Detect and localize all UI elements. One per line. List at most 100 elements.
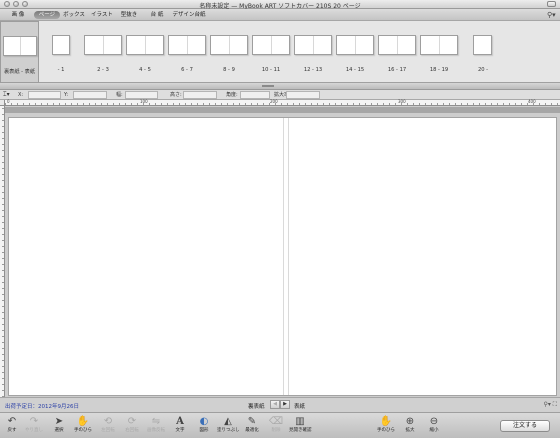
page-spine [283, 118, 289, 395]
zoom-in-button[interactable]: ⊕ 拡大 [399, 415, 421, 437]
page-thumb-16-17[interactable]: 16 - 17 [377, 21, 417, 83]
nav-left-label: 裏表紙 [248, 404, 265, 410]
page-thumb-20[interactable]: 20 - [468, 21, 498, 83]
splitter-grip-icon[interactable] [262, 85, 274, 87]
tool-label: 図形 [199, 428, 209, 433]
ship-date-text: 出荷予定日：2012年9月26日 [5, 404, 79, 410]
page-thumb-label: 14 - 15 [345, 67, 365, 73]
guide-tool-icon[interactable]: ⌶▾ [3, 91, 13, 99]
tab-mount[interactable]: 台 紙 [148, 11, 166, 19]
page-thumb-label: - 1 [57, 67, 65, 73]
fit-view-icon[interactable]: ⚲▾ ⛶ [543, 401, 557, 409]
zoom-out-button[interactable]: ⊖ 縮小 [423, 415, 445, 437]
x-field[interactable] [28, 91, 61, 99]
page-thumb-1[interactable]: - 1 [46, 21, 76, 83]
page-thumb-6-7[interactable]: 6 - 7 [167, 21, 207, 83]
tab-box[interactable]: ボックス [63, 11, 85, 19]
delete-icon: ⌫ [268, 416, 284, 427]
nav-right-label: 表紙 [294, 404, 306, 410]
page-thumb-label: 20 - [477, 67, 489, 73]
bottom-toolbar: ↶ 戻す ↷ やり直し ➤ 選択 ✋ 手のひら ⟲ 左回転 ⟳ 右回転 ⇋ 画像反転 A 文字 … [0, 412, 560, 438]
text-tool-button[interactable]: A 文字 [169, 415, 191, 437]
page-thumb-12-13[interactable]: 12 - 13 [293, 21, 333, 83]
tool-label: 塗りつぶし [217, 428, 240, 433]
tool-label: 右回転 [125, 428, 139, 433]
hand-view-button[interactable]: ✋ 手のひら [375, 415, 397, 437]
tool-label: 左回転 [101, 428, 115, 433]
tab-image[interactable]: 画 像 [8, 11, 28, 19]
width-label: 幅: [116, 92, 123, 98]
bleed-band [5, 107, 560, 113]
rotate-left-button[interactable]: ⟲ 左回転 [97, 415, 119, 437]
page-thumb-cover[interactable]: 裏表紙 - 表紙 [0, 21, 39, 83]
angle-field[interactable] [240, 91, 270, 99]
page-thumb-18-19[interactable]: 18 - 19 [419, 21, 459, 83]
editing-canvas[interactable] [5, 106, 560, 397]
ruler-tick: 100 [140, 99, 148, 104]
rotate-right-button[interactable]: ⟳ 右回転 [121, 415, 143, 437]
hand-icon: ✋ [76, 416, 90, 427]
flip-image-button[interactable]: ⇋ 画像反転 [145, 415, 167, 437]
tool-label: 戻す [7, 428, 17, 433]
angle-label: 角度: [226, 92, 238, 98]
y-label: Y: [64, 92, 69, 98]
tab-cutout[interactable]: 型抜き [119, 11, 139, 19]
page-thumb-8-9[interactable]: 8 - 9 [209, 21, 249, 83]
rotate-left-icon: ⟲ [103, 416, 113, 427]
tool-label: 手のひら [74, 428, 92, 433]
rotate-right-icon: ⟳ [127, 416, 137, 427]
page-thumb-14-15[interactable]: 14 - 15 [335, 21, 375, 83]
page-thumb-label: 10 - 11 [261, 67, 281, 73]
tool-label: 文字 [175, 428, 185, 433]
flip-icon: ⇋ [151, 416, 161, 427]
tool-label: 削除 [271, 428, 281, 433]
shape-tool-button[interactable]: ◐ 図形 [193, 415, 215, 437]
fill-icon: ◭ [224, 416, 232, 427]
ruler-tick: 200 [270, 99, 278, 104]
zoom-out-icon: ⊖ [429, 416, 439, 427]
cover-spread-page[interactable] [8, 117, 557, 396]
order-button[interactable]: 注文する [500, 420, 550, 432]
select-arrow-icon: ➤ [54, 416, 64, 427]
tool-label: 最適化 [245, 428, 259, 433]
search-icon[interactable]: ⚲▾ [547, 11, 557, 19]
redo-button[interactable]: ↷ やり直し [23, 415, 45, 437]
tool-label: やり直し [25, 428, 43, 433]
select-tool-button[interactable]: ➤ 選択 [48, 415, 70, 437]
next-page-button[interactable]: ▶ [280, 400, 290, 409]
page-thumb-10-11[interactable]: 10 - 11 [251, 21, 291, 83]
y-field[interactable] [73, 91, 107, 99]
spread-preview-button[interactable]: ▥ 見開き確認 [289, 415, 312, 437]
zoom-in-icon: ⊕ [405, 416, 415, 427]
tool-label: 画像反転 [147, 428, 165, 433]
delete-button[interactable]: ⌫ 削除 [265, 415, 287, 437]
page-thumb-label: 4 - 5 [139, 67, 151, 73]
page-thumb-2-3[interactable]: 2 - 3 [83, 21, 123, 83]
zoom-field[interactable] [286, 91, 320, 99]
prev-page-button[interactable]: ◀ [270, 400, 280, 409]
tab-illustration[interactable]: イラスト [91, 11, 113, 19]
toolbar-toggle-button[interactable] [547, 1, 556, 7]
optimize-icon: ✎ [247, 416, 257, 427]
shape-icon: ◐ [199, 416, 209, 427]
page-thumbnail-strip: 裏表紙 - 表紙 - 1 2 - 3 4 - 5 6 - 7 8 - 9 10 … [0, 21, 560, 83]
fill-tool-button[interactable]: ◭ 塗りつぶし [217, 415, 240, 437]
redo-icon: ↷ [29, 416, 39, 427]
undo-button[interactable]: ↶ 戻す [1, 415, 23, 437]
tab-design-mount[interactable]: デザイン台紙 [171, 11, 207, 19]
width-field[interactable] [125, 91, 158, 99]
optimize-button[interactable]: ✎ 最適化 [241, 415, 263, 437]
page-thumb-4-5[interactable]: 4 - 5 [125, 21, 165, 83]
hand-tool-button[interactable]: ✋ 手のひら [72, 415, 94, 437]
height-label: 高さ: [170, 92, 182, 98]
tool-label: 手のひら [377, 428, 395, 433]
panel-splitter[interactable] [0, 83, 560, 90]
status-bar: 出荷予定日：2012年9月26日 裏表紙 ◀ ▶ 表紙 ⚲▾ ⛶ [0, 397, 560, 412]
text-icon: A [176, 416, 184, 427]
tool-label: 拡大 [405, 428, 415, 433]
page-thumb-label: 12 - 13 [303, 67, 323, 73]
page-thumb-label: 6 - 7 [181, 67, 193, 73]
tab-page[interactable]: ページ [34, 11, 60, 19]
height-field[interactable] [183, 91, 217, 99]
tool-label: 縮小 [429, 428, 439, 433]
